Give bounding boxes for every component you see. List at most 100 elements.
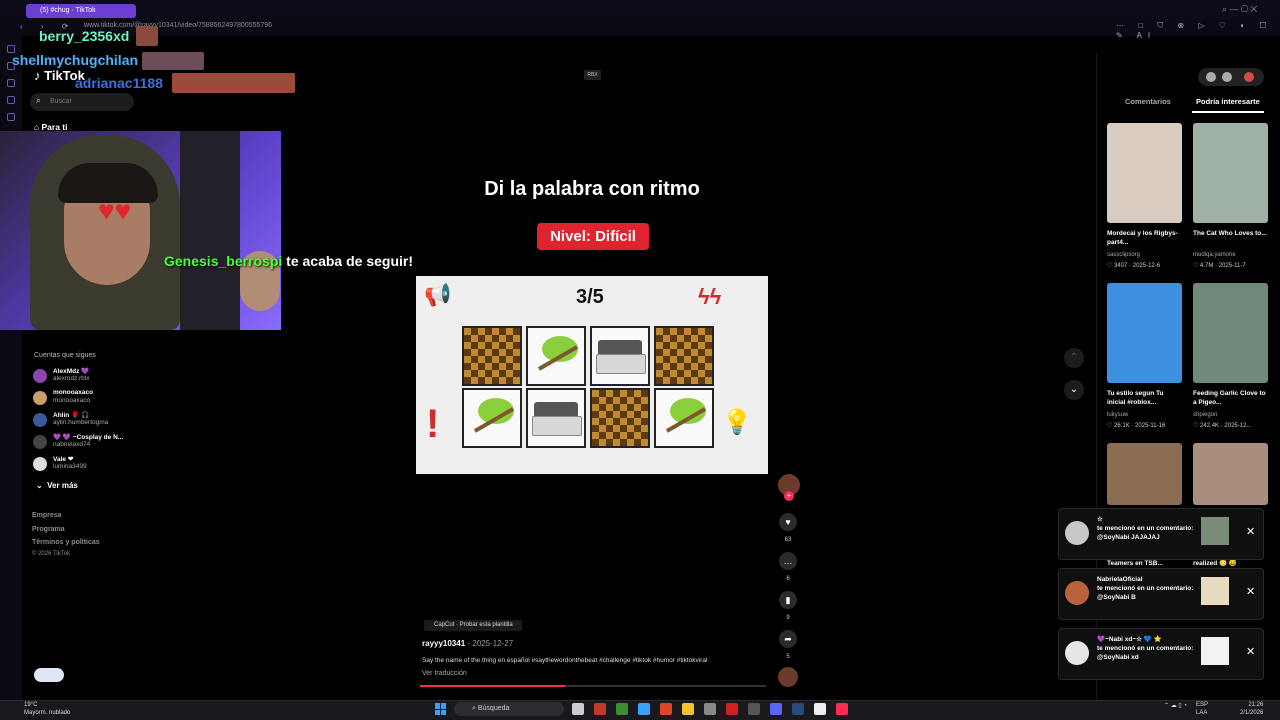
level-badge: Nivel: Difícil xyxy=(537,223,649,250)
avatar xyxy=(1065,521,1089,545)
control-icon[interactable] xyxy=(1206,72,1216,82)
footer-link[interactable]: Programa xyxy=(32,526,65,533)
video-author[interactable]: rayyy10341 · 2025-12-27 xyxy=(422,639,513,648)
recommended-user[interactable]: sassclipsorg xyxy=(1107,252,1140,258)
close-icon[interactable]: ✕ xyxy=(1246,645,1255,658)
share-button[interactable]: ➦ xyxy=(779,630,797,648)
taskbar-app-icon[interactable] xyxy=(792,703,804,715)
previous-video-button[interactable]: ⌃ xyxy=(1064,348,1084,368)
chat-emote xyxy=(172,73,295,93)
recommended-thumbnail[interactable] xyxy=(1107,283,1182,383)
taskbar-app-icon[interactable] xyxy=(660,703,672,715)
save-button[interactable]: ▮ xyxy=(779,591,797,609)
recommended-caption[interactable]: Tu estilo segun Tu inicial #roblox... xyxy=(1107,389,1182,407)
extension-icons[interactable]: ⋯ □ ⛉ ⊗ ▷ ♡ ◐ ☐ ✎ AI xyxy=(1116,21,1280,40)
footer-link[interactable]: Términos y políticas xyxy=(32,539,100,546)
notification-toast[interactable]: ☆ te mencionó en un comentario: @SoyNabi … xyxy=(1058,508,1264,560)
tab-recommended[interactable]: Podría interesarte xyxy=(1196,97,1260,106)
tab-underline xyxy=(1192,111,1264,113)
browser-tab-active[interactable]: (5) #chug · TikTok xyxy=(26,4,136,18)
notification-body: te mencionó en un comentario: @SoyNabi B xyxy=(1097,585,1194,601)
taskbar-app-icon[interactable] xyxy=(682,703,694,715)
taskbar-app-icon[interactable] xyxy=(572,703,584,715)
taskbar-app-icon[interactable] xyxy=(616,703,628,715)
weather-widget[interactable]: 19°C Mayorm. nublado xyxy=(24,701,70,717)
chat-username: shellmychugchilan xyxy=(12,52,138,68)
rail-icon[interactable] xyxy=(7,113,15,121)
recommended-thumbnail[interactable] xyxy=(1107,123,1182,223)
control-icon[interactable] xyxy=(1222,72,1232,82)
notification-toast[interactable]: 💜~Nabi xd~☆ 💙 ⭐ te mencionó en un comenta… xyxy=(1058,628,1264,680)
rail-icon[interactable] xyxy=(7,96,15,104)
account-handle: nabrielaxd74 xyxy=(53,441,91,448)
recommended-thumbnail[interactable] xyxy=(1193,443,1268,505)
avatar xyxy=(1065,641,1089,665)
taskbar-clock[interactable]: 21:26 2/1/2026 xyxy=(1240,701,1263,717)
recommended-caption[interactable]: Feeding Garlic Clove to a Pigeo... xyxy=(1193,389,1268,407)
toggle-switch[interactable] xyxy=(34,668,64,682)
recommended-user[interactable]: shpiegon xyxy=(1193,412,1217,418)
taskbar-app-icon[interactable] xyxy=(836,703,848,715)
recommended-user[interactable]: modiqa.yamone xyxy=(1193,252,1236,258)
taskbar-app-icon[interactable] xyxy=(748,703,760,715)
chat-username-text: berry_2356xd xyxy=(39,28,130,44)
system-tray[interactable]: ⌃ ☁ ▯ ◔ xyxy=(1164,702,1187,709)
follow-alert-text: te acaba de seguir! xyxy=(282,253,413,269)
translate-link[interactable]: Ver traducción xyxy=(422,670,467,677)
video-progress-fill xyxy=(420,685,566,687)
follow-alert-user: Genesis_berrospi xyxy=(164,253,283,269)
grid-cell-chess xyxy=(654,326,714,386)
weather-temp: 19°C xyxy=(24,702,38,708)
search-input[interactable]: Buscar xyxy=(30,93,134,111)
capcut-template-link[interactable]: CapCut · Probar esta plantilla xyxy=(424,620,522,631)
taskbar-app-icon[interactable] xyxy=(814,703,826,715)
taskbar-app-icon[interactable] xyxy=(726,703,738,715)
recommended-thumbnail[interactable] xyxy=(1193,283,1268,383)
close-icon[interactable]: ✕ xyxy=(1246,585,1255,598)
recommended-caption[interactable]: realized 😳 😅 xyxy=(1193,559,1268,568)
taskbar-app-icon[interactable] xyxy=(638,703,650,715)
language-indicator[interactable]: ESP LAA xyxy=(1196,701,1208,717)
taskbar-app-icon[interactable] xyxy=(770,703,782,715)
like-button[interactable]: ♥ xyxy=(779,513,797,531)
top-right-controls[interactable] xyxy=(1198,68,1264,86)
profile-avatar[interactable] xyxy=(1244,72,1254,82)
rail-icon[interactable] xyxy=(7,79,15,87)
chat-emote xyxy=(136,26,158,46)
follow-alert: Genesis_berrospi te acaba de seguir! xyxy=(164,253,413,269)
next-video-button[interactable]: ⌄ xyxy=(1064,380,1084,400)
footer-link[interactable]: Empresa xyxy=(32,512,62,519)
chat-username: adrianac1188 xyxy=(75,75,163,91)
follow-plus-button[interactable]: + xyxy=(784,491,794,501)
recommended-user[interactable]: lukysuw xyxy=(1107,412,1128,418)
recommended-thumbnail[interactable] xyxy=(1193,123,1268,223)
megaphone-icon: 📢 xyxy=(424,282,452,307)
video-title: Di la palabra con ritmo xyxy=(484,178,700,200)
recommended-caption[interactable]: Mordecai y los Rigbys- part4... xyxy=(1107,229,1182,247)
window-controls[interactable]: ⌕ — ▢ ✕ xyxy=(1222,4,1257,15)
taskbar-app-icon[interactable] xyxy=(704,703,716,715)
recommended-stats: ♡ 26.1K · 2025-11-16 xyxy=(1107,423,1166,429)
video-progress-bar[interactable] xyxy=(420,685,766,687)
webcam-overlay: ♥♥ xyxy=(0,131,281,330)
notification-thumbnail xyxy=(1201,577,1229,605)
comment-count: 6 xyxy=(786,576,790,582)
avatar xyxy=(1065,581,1089,605)
recommended-caption[interactable]: Teamers en TSB... xyxy=(1107,559,1182,568)
windows-start-button[interactable] xyxy=(435,703,447,715)
recommended-thumbnail[interactable] xyxy=(1107,443,1182,505)
notification-text: 💜~Nabi xd~☆ 💙 ⭐ te mencionó en un comenta… xyxy=(1097,635,1197,662)
game-board[interactable]: 📢 3/5 ϟϟ ! 💡 xyxy=(416,276,768,474)
recommended-caption[interactable]: The Cat Who Loves to... xyxy=(1193,229,1268,247)
music-disc[interactable] xyxy=(778,667,798,687)
notification-toast[interactable]: NabrielaOficial te mencionó en un comenta… xyxy=(1058,568,1264,620)
taskbar-search[interactable]: ⌕ Búsqueda xyxy=(454,702,564,716)
tab-comments[interactable]: Comentarios xyxy=(1125,97,1171,106)
chat-emote xyxy=(142,52,204,70)
comment-button[interactable]: … xyxy=(779,552,797,570)
see-more-label: Ver más xyxy=(47,481,78,490)
notification-thumbnail xyxy=(1201,517,1229,545)
taskbar-app-icon[interactable] xyxy=(594,703,606,715)
close-icon[interactable]: ✕ xyxy=(1246,525,1255,538)
see-more-button[interactable]: ⌄ Ver más xyxy=(36,481,78,490)
